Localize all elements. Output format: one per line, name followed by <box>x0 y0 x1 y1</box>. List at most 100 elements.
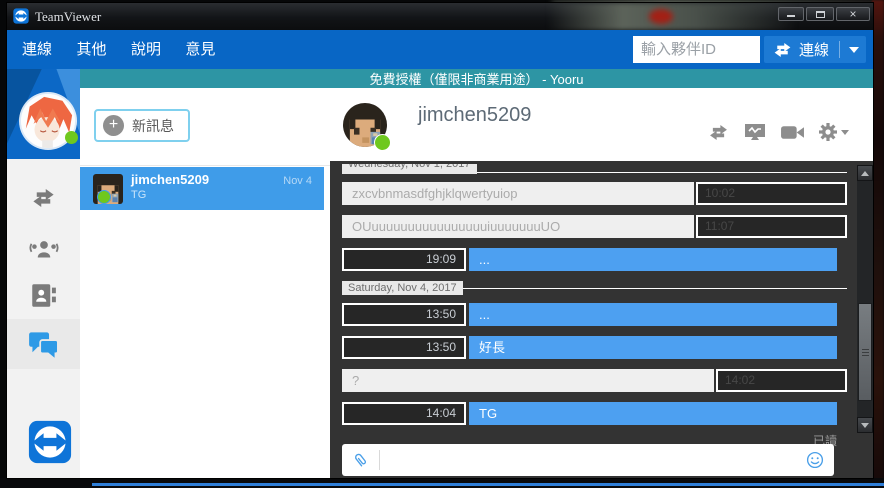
message-bubble: zxcvbnmasdfghjklqwertyuiop <box>342 182 694 205</box>
message-outgoing: 19:09... <box>342 248 847 271</box>
swap-arrows-icon <box>710 124 727 140</box>
message-bubble: 好長 <box>469 336 837 359</box>
triangle-down-icon <box>861 422 869 428</box>
remote-screen-button[interactable] <box>743 122 767 142</box>
scrollbar-track[interactable] <box>857 181 873 417</box>
scrollbar-thumb[interactable] <box>858 303 872 401</box>
scroll-down-button[interactable] <box>857 417 873 433</box>
conversation-actions <box>707 122 849 142</box>
date-separator: Saturday, Nov 4, 2017 <box>342 281 847 295</box>
message-incoming: zxcvbnmasdfghjklqwertyuiop 10:02 <box>342 182 847 205</box>
paperclip-icon[interactable] <box>352 451 370 469</box>
date-chip: Wednesday, Nov 1, 2017 <box>342 164 477 174</box>
thumb-grip <box>861 348 869 350</box>
date-line <box>476 164 847 173</box>
menu-help[interactable]: 說明 <box>131 30 161 69</box>
timestamp: 11:07 <box>696 215 847 238</box>
maximize-button[interactable] <box>806 7 834 21</box>
timestamp: 19:09 <box>342 248 466 271</box>
connect-button[interactable]: 連線 <box>764 36 866 63</box>
contact-status-dot <box>97 190 111 204</box>
video-camera-icon <box>781 125 804 139</box>
conversation-status-dot <box>374 134 391 151</box>
window-title: TeamViewer <box>35 9 102 24</box>
message-outgoing: 13:50 好長 <box>342 336 847 359</box>
contact-name: jimchen5209 <box>131 172 210 187</box>
maximize-icon <box>815 10 825 18</box>
contact-date: Nov 4 <box>283 175 312 187</box>
date-line <box>462 281 847 289</box>
message-incoming: OUuuuuuuuuuuuuuuuuiuuuuuuuUO 11:07 <box>342 215 847 238</box>
new-message-label: 新訊息 <box>132 117 174 134</box>
message-incoming: ? 14:02 <box>342 369 847 392</box>
contacts-book-icon <box>32 284 56 307</box>
thumb-grip <box>861 354 869 356</box>
partner-id-input[interactable] <box>633 36 760 63</box>
chat-bubbles-icon <box>29 331 59 358</box>
minimize-button[interactable] <box>778 7 804 21</box>
menu-feedback[interactable]: 意見 <box>185 30 215 69</box>
date-separator-clipped: Wednesday, Nov 1, 2017 <box>342 164 477 174</box>
teamviewer-logo <box>27 420 73 464</box>
message-bubble: ? <box>342 369 714 392</box>
timestamp: 10:02 <box>696 182 847 205</box>
swap-arrows-icon <box>774 42 791 57</box>
video-call-button[interactable] <box>780 124 805 141</box>
scrollbar[interactable] <box>857 165 873 433</box>
settings-button[interactable] <box>818 122 849 142</box>
new-message-button[interactable]: + 新訊息 <box>94 109 190 142</box>
conversation-contact-name: jimchen5209 <box>418 104 532 126</box>
connect-label: 連線 <box>799 42 830 59</box>
gear-dropdown-icon <box>841 129 849 135</box>
titlebar[interactable]: TeamViewer × <box>7 3 873 30</box>
desktop-accent-line <box>92 483 884 486</box>
contact-subtitle: TG <box>131 189 147 201</box>
chat-list-item-jimchen5209[interactable]: jimchen5209 TG Nov 4 <box>80 167 324 210</box>
monitor-pulse-icon <box>745 124 765 140</box>
gear-icon <box>819 123 837 141</box>
meeting-icon <box>28 241 59 258</box>
desktop-background-right <box>872 0 884 488</box>
timestamp: 14:02 <box>716 369 847 392</box>
list-divider <box>80 165 330 166</box>
close-button[interactable]: × <box>836 7 870 21</box>
message-outgoing: 14:04 TG <box>342 402 847 425</box>
date-separator: Wednesday, Nov 1, 2017 <box>342 164 847 174</box>
message-area: Wednesday, Nov 1, 2017 zxcvbnmasdfghjklqw… <box>330 161 873 478</box>
teamviewer-window: TeamViewer × 連線 其他 說明 意見 連線 免費授權（僅限非商業用途… <box>7 3 873 478</box>
account-panel <box>7 69 80 159</box>
thumb-grip <box>861 351 869 353</box>
message-list: Wednesday, Nov 1, 2017 zxcvbnmasdfghjklqw… <box>342 164 847 447</box>
timestamp: 13:50 <box>342 336 466 359</box>
menu-extras[interactable]: 其他 <box>76 30 106 69</box>
connect-divider <box>839 41 841 58</box>
menubar: 連線 其他 說明 意見 連線 <box>7 30 873 69</box>
remote-connect-button[interactable] <box>707 124 730 140</box>
triangle-up-icon <box>861 170 869 176</box>
message-bubble: ... <box>469 248 837 271</box>
message-input[interactable] <box>380 448 806 472</box>
sidebar-item-remote-control[interactable] <box>7 189 80 207</box>
message-bubble: TG <box>469 402 837 425</box>
minimize-icon <box>787 15 795 17</box>
conversation-panel: jimchen5209 Wednesday, Nov 1, 2017 zxcvb… <box>330 88 873 478</box>
scroll-up-button[interactable] <box>857 165 873 181</box>
chat-list-panel: + 新訊息 jimchen5209 TG Nov 4 <box>80 88 330 478</box>
timestamp: 14:04 <box>342 402 466 425</box>
plus-icon: + <box>103 115 124 136</box>
sidebar-item-computers-contacts[interactable] <box>7 283 80 308</box>
message-bubble: OUuuuuuuuuuuuuuuuuiuuuuuuuUO <box>342 215 694 238</box>
menu-connection[interactable]: 連線 <box>22 30 52 69</box>
sidebar-item-chat-active[interactable] <box>7 319 80 369</box>
emoji-icon[interactable] <box>806 451 824 469</box>
message-outgoing: 13:50... <box>342 303 847 326</box>
teamviewer-app-icon <box>13 8 29 24</box>
sidebar-item-meeting[interactable] <box>7 237 80 262</box>
sidebar <box>7 159 80 478</box>
date-chip: Saturday, Nov 4, 2017 <box>342 281 463 295</box>
chevron-down-icon[interactable] <box>849 46 860 53</box>
user-status-dot <box>65 131 78 144</box>
close-icon: × <box>849 7 857 21</box>
message-input-bar[interactable] <box>342 444 834 476</box>
message-bubble: ... <box>469 303 837 326</box>
